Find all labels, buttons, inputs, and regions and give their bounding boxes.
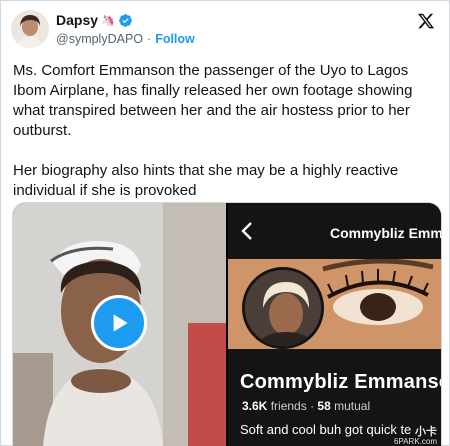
author-name-row[interactable]: Dapsy 🦄 (56, 12, 133, 28)
tweet-text: Ms. Comfort Emmanson the passenger of th… (13, 62, 413, 199)
back-arrow-icon (240, 221, 254, 245)
profile-stats: 3.6K friends · 58 mutual (242, 399, 370, 413)
play-button[interactable] (91, 295, 147, 351)
watermark: 小卡 6PARK.com (394, 426, 437, 446)
play-icon (113, 314, 128, 332)
x-logo-icon[interactable] (417, 12, 435, 30)
stats-separator: · (310, 399, 315, 413)
author-name[interactable]: Dapsy (56, 12, 98, 28)
author-avatar[interactable] (11, 10, 49, 48)
watermark-line1: 小卡 (415, 426, 437, 438)
avatar-image (11, 10, 49, 48)
author-handle-row: @symplyDAPO · Follow (56, 32, 195, 46)
profile-screenshot[interactable]: Commybliz Emm Commybliz Emmanso 3.6K fri… (228, 203, 442, 446)
author-name-emoji: 🦄 (101, 14, 115, 27)
tweet-card: Dapsy 🦄 @symplyDAPO · Follow Ms. Comfort… (0, 0, 450, 446)
mutual-label: mutual (334, 399, 371, 413)
author-handle[interactable]: @symplyDAPO (56, 32, 143, 46)
profile-avatar (242, 267, 324, 349)
video-thumbnail[interactable] (13, 203, 226, 446)
handle-separator: · (147, 32, 152, 46)
verified-badge-icon (118, 13, 132, 27)
friends-label: friends (270, 399, 307, 413)
follow-button[interactable]: Follow (155, 32, 195, 46)
profile-bio: Soft and cool buh got quick te (240, 422, 412, 437)
friends-count: 3.6K (242, 399, 268, 413)
mutual-count: 58 (317, 399, 331, 413)
watermark-line2: 6PARK.com (394, 437, 437, 446)
profile-header-name: Commybliz Emm (330, 225, 442, 241)
profile-name: Commybliz Emmanso (240, 371, 442, 393)
tweet-media[interactable]: Commybliz Emm Commybliz Emmanso 3.6K fri… (12, 202, 442, 446)
